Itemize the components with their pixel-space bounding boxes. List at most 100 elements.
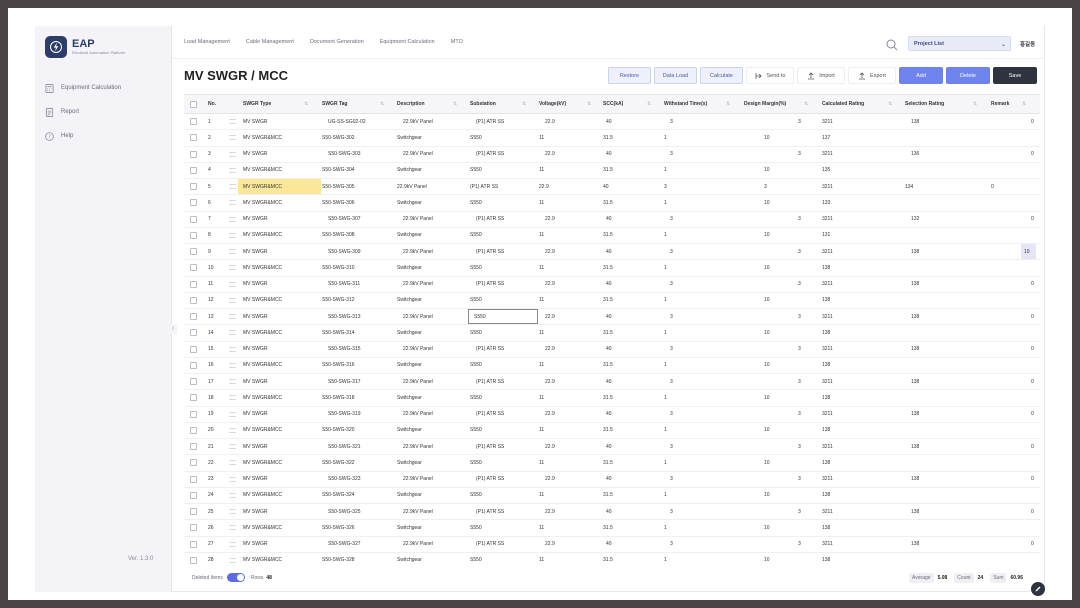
cell-dm[interactable]: 3 — [798, 439, 801, 454]
table-row[interactable]: 19 MV SWGR S50-SWG-319 22.9kV Panel (P1) ATR… — [184, 407, 1040, 423]
cell-scc[interactable]: 31.5 — [603, 130, 613, 145]
cell-volt[interactable]: 11 — [539, 130, 544, 145]
cell-sel[interactable]: 134 — [905, 179, 913, 194]
search-icon[interactable] — [886, 38, 898, 56]
cell-desc[interactable]: 22.9kV Panel — [403, 472, 433, 487]
drag-handle-icon[interactable] — [229, 553, 236, 566]
table-row[interactable]: 28 MV SWGR&MCC S50-SWG-328 Switchgear S550 11… — [184, 553, 1040, 566]
cell-desc[interactable]: 22.9kV Panel — [403, 147, 433, 162]
cell-calc[interactable]: 138 — [822, 455, 830, 470]
cell-type[interactable]: MV SWGR — [243, 472, 267, 487]
cell-dm[interactable]: 3 — [798, 277, 801, 292]
cell-sel[interactable]: 138 — [911, 277, 919, 292]
cell-scc[interactable]: 31.5 — [603, 488, 613, 503]
cell-sub[interactable]: (P1) ATR SS — [476, 439, 504, 454]
cell-dm[interactable]: 3 — [798, 114, 801, 129]
row-checkbox[interactable] — [190, 358, 197, 373]
cell-desc[interactable]: 22.9kV Panel — [397, 179, 427, 194]
cell-tag[interactable]: S50-SWG-302 — [322, 130, 355, 145]
drag-handle-icon[interactable] — [229, 309, 236, 324]
drag-handle-icon[interactable] — [229, 407, 236, 422]
cell-desc[interactable]: Switchgear — [397, 358, 422, 373]
cell-volt[interactable]: 11 — [539, 488, 544, 503]
cell-tag[interactable]: S50-SWG-324 — [322, 488, 355, 503]
cell-no[interactable]: 17 — [208, 374, 214, 389]
sort-icon[interactable]: ⇅ — [453, 101, 457, 107]
cell-no[interactable]: 13 — [208, 309, 214, 324]
cell-wt[interactable]: 1 — [664, 553, 667, 566]
row-checkbox[interactable] — [190, 277, 197, 292]
cell-desc[interactable]: 22.9kV Panel — [403, 277, 433, 292]
cell-desc[interactable]: Switchgear — [397, 423, 422, 438]
column-header-no[interactable]: No. — [208, 95, 216, 113]
cell-dm[interactable]: 3 — [798, 147, 801, 162]
cell-dm[interactable]: 10 — [764, 325, 770, 340]
row-checkbox[interactable] — [190, 228, 197, 243]
cell-sel[interactable]: 132 — [911, 212, 919, 227]
cell-volt[interactable]: 22.9 — [545, 147, 555, 162]
cell-tag[interactable]: S50-SWG-314 — [322, 325, 355, 340]
cell-dm[interactable]: 10 — [764, 455, 770, 470]
cell-dm[interactable]: 10 — [764, 130, 770, 145]
row-checkbox[interactable] — [190, 342, 197, 357]
cell-desc[interactable]: Switchgear — [397, 390, 422, 405]
cell-scc[interactable]: 31.5 — [603, 163, 613, 178]
edit-fab-icon[interactable] — [1031, 582, 1045, 596]
cell-tag[interactable]: S50-SWG-323 — [328, 472, 361, 487]
cell-wt[interactable]: 3 — [670, 504, 673, 519]
cell-no[interactable]: 12 — [208, 293, 214, 308]
cell-no[interactable]: 1 — [208, 114, 211, 129]
cell-sub[interactable]: S550 — [470, 390, 482, 405]
cell-sel[interactable]: 138 — [911, 537, 919, 552]
cell-rem[interactable]: 0 — [1031, 114, 1034, 129]
drag-handle-icon[interactable] — [229, 358, 236, 373]
cell-calc[interactable]: 131 — [822, 228, 830, 243]
table-row[interactable]: 22 MV SWGR&MCC S50-SWG-322 Switchgear S550 11… — [184, 455, 1040, 472]
row-checkbox[interactable] — [190, 520, 197, 535]
cell-no[interactable]: 10 — [208, 260, 214, 275]
cell-type[interactable]: MV SWGR — [243, 342, 267, 357]
cell-scc[interactable]: 40 — [606, 374, 612, 389]
cell-volt[interactable]: 11 — [539, 195, 544, 210]
cell-sub[interactable]: S550 — [470, 228, 482, 243]
drag-handle-icon[interactable] — [229, 293, 236, 308]
cell-volt[interactable]: 11 — [539, 293, 544, 308]
cell-dm[interactable]: 10 — [764, 163, 770, 178]
cell-sub[interactable]: (P1) ATR SS — [476, 114, 504, 129]
cell-tag[interactable]: UG-SS-SG02-02 — [328, 114, 366, 129]
cell-scc[interactable]: 40 — [606, 277, 612, 292]
cell-rem[interactable]: 10 — [1021, 244, 1036, 260]
cell-type[interactable]: MV SWGR&MCC — [243, 520, 282, 535]
cell-rem[interactable]: 0 — [1031, 309, 1034, 324]
cell-sub[interactable]: S550 — [470, 520, 482, 535]
topnav-mto[interactable]: MTO — [451, 39, 463, 45]
cell-sub[interactable]: (P1) ATR SS — [476, 407, 504, 422]
cell-sub[interactable]: S550 — [470, 455, 482, 470]
table-row[interactable]: 16 MV SWGR&MCC S50-SWG-316 Switchgear S550 11… — [184, 358, 1040, 374]
cell-scc[interactable]: 31.5 — [603, 358, 613, 373]
cell-tag[interactable]: S50-SWG-306 — [322, 195, 355, 210]
cell-type[interactable]: MV SWGR&MCC — [243, 228, 282, 243]
sort-icon[interactable]: ⇅ — [726, 101, 730, 107]
cell-type[interactable]: MV SWGR&MCC — [243, 390, 282, 405]
cell-desc[interactable]: Switchgear — [397, 325, 422, 340]
cell-rem[interactable]: 0 — [1031, 504, 1034, 519]
cell-desc[interactable]: 22.9kV Panel — [403, 374, 433, 389]
cell-tag[interactable]: S50-SWG-321 — [328, 439, 361, 454]
cell-desc[interactable]: Switchgear — [397, 455, 422, 470]
cell-tag[interactable]: S50-SWG-310 — [322, 260, 355, 275]
table-row[interactable]: 6 MV SWGR&MCC S50-SWG-306 Switchgear S550 11 3… — [184, 195, 1040, 212]
table-row[interactable]: 27 MV SWGR S50-SWG-327 22.9kV Panel (P1) ATR… — [184, 537, 1040, 553]
cell-tag[interactable]: S50-SWG-327 — [328, 537, 361, 552]
sort-icon[interactable]: ⇅ — [1022, 101, 1026, 107]
cell-volt[interactable]: 11 — [539, 358, 544, 373]
drag-handle-icon[interactable] — [229, 277, 236, 292]
cell-wt[interactable]: 3 — [664, 179, 667, 194]
sidebar-item-equipment-calculation[interactable]: Equipment Calculation — [45, 76, 121, 100]
sidebar-item-help[interactable]: ? Help — [45, 124, 121, 148]
cell-scc[interactable]: 40 — [606, 472, 612, 487]
cell-wt[interactable]: 1 — [664, 163, 667, 178]
cell-sub[interactable]: (P1) ATR SS — [476, 504, 504, 519]
cell-volt[interactable]: 11 — [539, 228, 544, 243]
cell-wt[interactable]: 1 — [664, 455, 667, 470]
